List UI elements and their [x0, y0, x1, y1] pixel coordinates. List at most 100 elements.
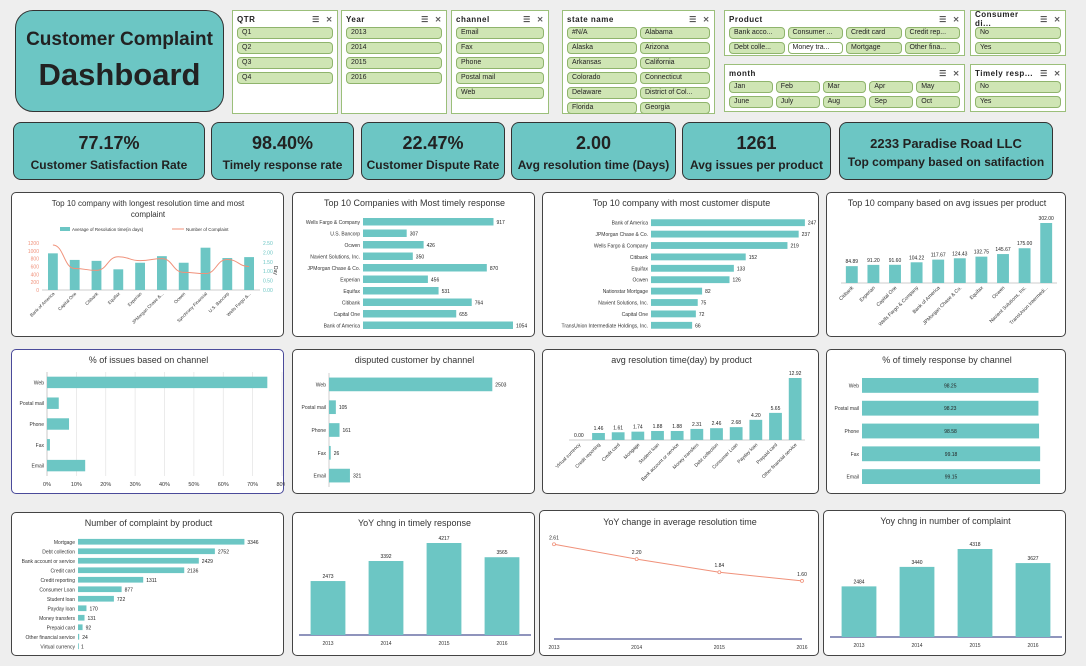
slicer-icons: ☰ ⨯ — [415, 15, 442, 24]
slicer-item[interactable]: District of Col... — [640, 87, 710, 99]
bar — [78, 605, 87, 612]
data-label: 2.61 — [549, 535, 559, 541]
slicer-item[interactable]: 2016 — [346, 72, 442, 84]
category-label: Ocwen — [991, 285, 1006, 300]
bar — [997, 254, 1009, 283]
slicer-item[interactable]: California — [640, 57, 710, 69]
slicer-item[interactable]: Q3 — [237, 57, 333, 69]
chart-svg: Number of complaint by product Mortgage 33… — [22, 518, 259, 650]
slicer-title: QTR — [237, 14, 256, 24]
category-label: Capital One — [57, 291, 78, 312]
category-label: Citibank — [84, 291, 100, 307]
slicer-title: Consumer di... — [975, 10, 1019, 28]
slicer-item[interactable]: Money tra... — [787, 42, 843, 54]
slicer-item[interactable]: Feb — [775, 81, 820, 93]
slicer-item[interactable]: July — [775, 96, 820, 108]
slicer-item[interactable]: 2014 — [346, 42, 442, 54]
slicer-item[interactable]: Postal mail — [456, 72, 544, 84]
multi-select-icon[interactable]: ☰ — [312, 15, 320, 24]
multi-select-icon[interactable]: ☰ — [421, 15, 429, 24]
slicer-item[interactable]: Alabama — [640, 27, 710, 39]
category-label: 2013 — [548, 645, 559, 651]
slicer-item[interactable]: Q1 — [237, 27, 333, 39]
slicer-item[interactable]: Aug — [822, 96, 867, 108]
slicer-item[interactable]: 2013 — [346, 27, 442, 39]
slicer-item[interactable]: Fax — [456, 42, 544, 54]
slicer-item[interactable]: Web — [456, 87, 544, 99]
slicer-item[interactable]: Consumer ... — [787, 27, 843, 39]
clear-filter-icon[interactable]: ⨯ — [326, 15, 333, 24]
bar — [651, 310, 696, 318]
chart-panel-yoy-timely: YoY chng in timely response 2473 2013 3392 2… — [292, 512, 535, 656]
multi-select-icon[interactable]: ☰ — [939, 15, 947, 24]
slicer-item[interactable]: Bank acco... — [729, 27, 785, 39]
slicer-item[interactable]: Yes — [975, 42, 1061, 54]
category-label: Postal mail — [835, 406, 859, 412]
bar — [899, 566, 935, 637]
slicer-item[interactable]: Yes — [975, 96, 1061, 108]
slicer-item[interactable]: Florida — [567, 102, 637, 114]
slicer-item[interactable]: 2015 — [346, 57, 442, 69]
bar — [178, 262, 189, 290]
category-label: Experian — [340, 277, 360, 283]
multi-select-icon[interactable]: ☰ — [523, 15, 531, 24]
clear-filter-icon[interactable]: ⨯ — [1054, 69, 1061, 78]
clear-filter-icon[interactable]: ⨯ — [537, 15, 544, 24]
slicer-item[interactable]: Delaware — [567, 87, 637, 99]
data-label: 2484 — [853, 579, 864, 585]
slicer-item[interactable]: #N/A — [567, 27, 637, 39]
category-label: 2015 — [438, 641, 449, 647]
clear-filter-icon[interactable]: ⨯ — [703, 15, 710, 24]
multi-select-icon[interactable]: ☰ — [1040, 15, 1048, 24]
slicer-item[interactable]: Alaska — [567, 42, 637, 54]
clear-filter-icon[interactable]: ⨯ — [435, 15, 442, 24]
category-label: Virtual currency — [40, 644, 75, 650]
category-label: JPMorgan Chase & Co. — [922, 285, 963, 326]
clear-filter-icon[interactable]: ⨯ — [1054, 15, 1061, 24]
chart-title: Top 10 company with longest resolution t… — [52, 199, 245, 208]
slicer-item[interactable]: Credit card — [846, 27, 902, 39]
slicer-item[interactable]: Q4 — [237, 72, 333, 84]
slicer-item[interactable]: Mortgage — [846, 42, 902, 54]
data-label: 237 — [802, 232, 811, 238]
slicer-item[interactable]: Q2 — [237, 42, 333, 54]
slicer-qtr: QTR ☰ ⨯ Q1 Q2 Q3 Q4 — [232, 10, 338, 114]
slicer-item[interactable]: Email — [456, 27, 544, 39]
category-label: Bank of America — [29, 291, 56, 318]
slicer-item[interactable]: June — [729, 96, 773, 108]
category-label: Equifax — [969, 285, 985, 301]
x-tick-label: 30% — [130, 482, 141, 488]
slicer-item[interactable]: Oct — [916, 96, 960, 108]
multi-select-icon[interactable]: ☰ — [1040, 69, 1048, 78]
slicer-item[interactable]: Arizona — [640, 42, 710, 54]
slicer-item[interactable]: Georgia — [640, 102, 710, 114]
slicer-item[interactable]: No — [975, 27, 1061, 39]
slicer-item[interactable]: No — [975, 81, 1061, 93]
bar — [651, 253, 746, 261]
kpi-card-satisfaction: 77.17% Customer Satisfaction Rate — [13, 122, 205, 180]
bar — [47, 397, 59, 409]
slicer-item[interactable]: May — [916, 81, 960, 93]
slicer-item[interactable]: Debt colle... — [729, 42, 785, 54]
series-line — [52, 244, 250, 275]
slicer-item[interactable]: Jan — [729, 81, 773, 93]
slicer-item[interactable]: Connecticut — [640, 72, 710, 84]
slicer-item[interactable]: Other fina... — [904, 42, 960, 54]
slicer-item[interactable]: Colorado — [567, 72, 637, 84]
slicer-item[interactable]: Credit rep... — [904, 27, 960, 39]
bar — [651, 299, 698, 306]
slicer-item[interactable]: Mar — [822, 81, 867, 93]
clear-filter-icon[interactable]: ⨯ — [953, 69, 960, 78]
slicer-item[interactable]: Apr — [869, 81, 914, 93]
multi-select-icon[interactable]: ☰ — [689, 15, 697, 24]
multi-select-icon[interactable]: ☰ — [939, 69, 947, 78]
category-label: Debt collection — [42, 549, 75, 555]
slicer-item[interactable]: Arkansas — [567, 57, 637, 69]
chart-svg: 0% 10% 20% 30% 40% 50% 60% 70% 80% % of issues ba… — [20, 355, 285, 488]
data-label: 1 — [81, 644, 84, 650]
slicer-item[interactable]: Sep — [869, 96, 914, 108]
slicer-item[interactable]: Phone — [456, 57, 544, 69]
clear-filter-icon[interactable]: ⨯ — [953, 15, 960, 24]
data-label: 133 — [737, 266, 746, 272]
y-tick-right: 1.50 — [263, 260, 273, 266]
